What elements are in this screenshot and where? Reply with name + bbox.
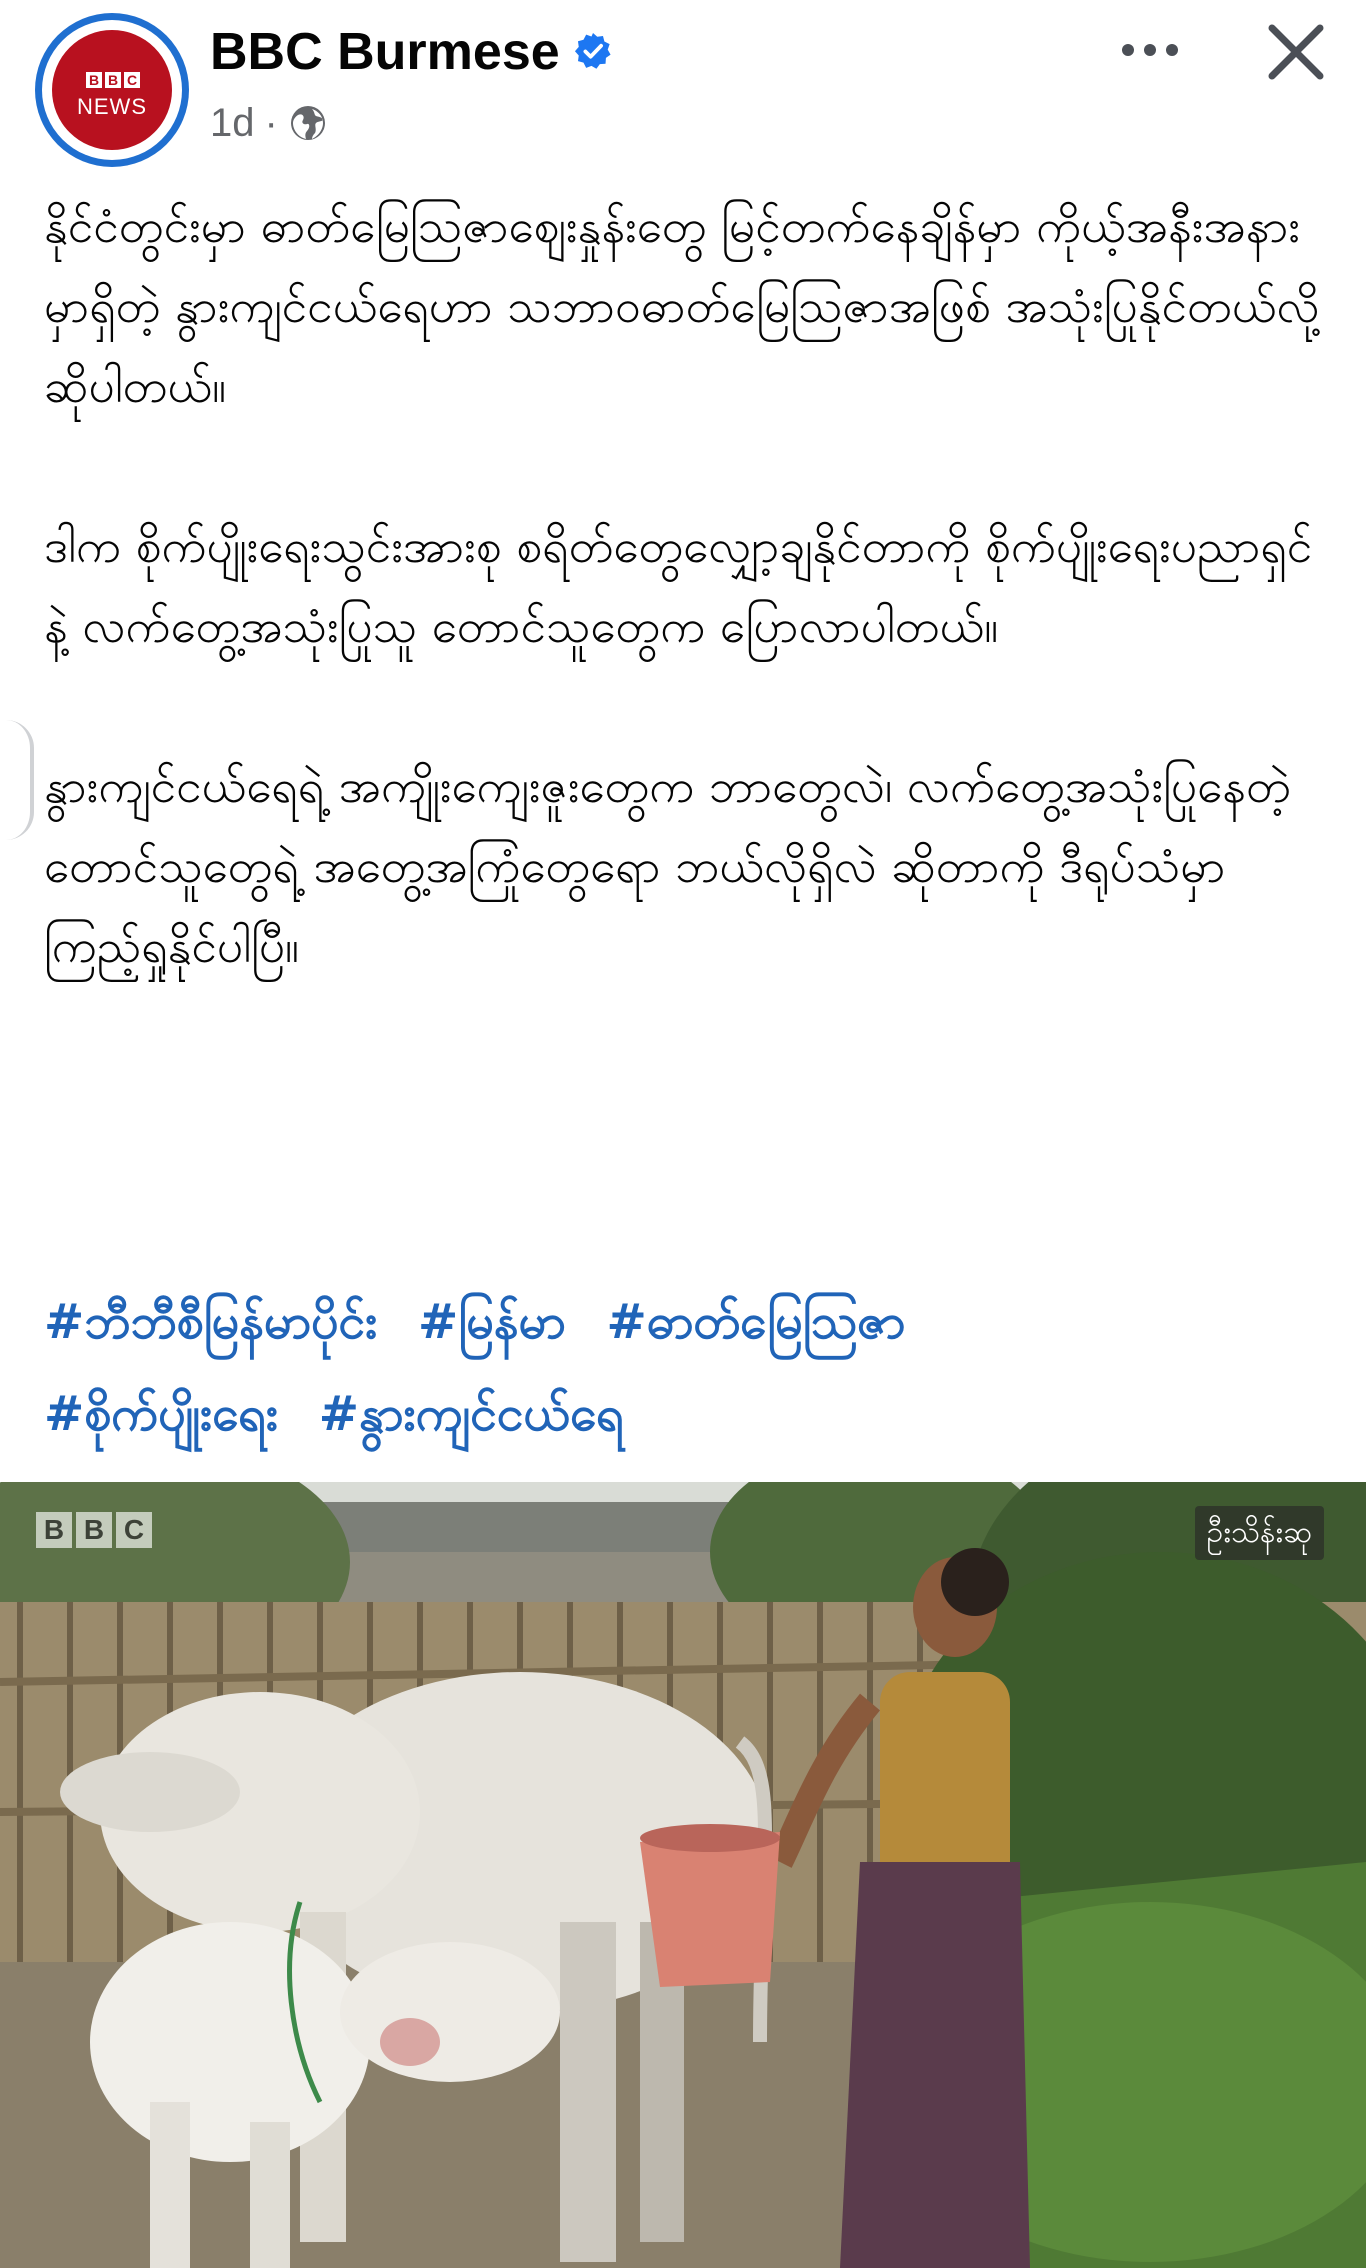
globe-icon [290, 106, 325, 140]
bbc-news-logo: B B C NEWS [52, 30, 172, 150]
more-dot [1166, 44, 1178, 56]
video-credit: ဦးသိန်းဆု [1194, 1506, 1324, 1560]
close-icon[interactable] [1256, 12, 1336, 92]
meta-separator: · [264, 100, 278, 145]
more-dot [1144, 44, 1156, 56]
hashtag-link[interactable]: #စိုက်ပျိုးရေး [44, 1368, 278, 1460]
post-header: B B C NEWS BBC Burmese 1d · [0, 0, 1366, 160]
post-time[interactable]: 1d [210, 101, 255, 146]
hashtag-list: #ဘီဘီစီမြန်မာပိုင်း #မြန်မာ #ဓာတ်မြေသြဇာ… [44, 1276, 1324, 1460]
more-options-button[interactable] [1100, 20, 1200, 80]
hashtag-link[interactable]: #နွားကျင်ငယ်ရေ [319, 1368, 624, 1460]
hashtag-link[interactable]: #မြန်မာ [418, 1276, 566, 1368]
bbc-watermark: B B C [36, 1512, 152, 1548]
post-meta: 1d · [210, 98, 328, 148]
post-paragraph: နွားကျင်ငယ်ရေရဲ့ အကျိုးကျေးဇူးတွေက ဘာတွေ… [44, 759, 1291, 973]
scroll-handle [6, 720, 34, 840]
post-body: နိုင်ငံတွင်းမှာ ဓာတ်မြေသြဇာဈေးနှုန်းတွေ … [44, 186, 1324, 1066]
hashtag-link[interactable]: #ဓာတ်မြေသြဇာ [606, 1276, 905, 1368]
more-dot [1122, 44, 1134, 56]
logo-news-text: NEWS [77, 94, 147, 119]
page-avatar[interactable]: B B C NEWS [42, 20, 182, 160]
video-frame [0, 1482, 1366, 2268]
page-name[interactable]: BBC Burmese [210, 20, 560, 84]
bbc-logo-blocks: B B C [86, 72, 140, 88]
hashtag-link[interactable]: #ဘီဘီစီမြန်မာပိုင်း [44, 1276, 377, 1368]
post-video[interactable]: B B C ဦးသိန်းဆု [0, 1482, 1366, 2268]
post-paragraph: နိုင်ငံတွင်းမှာ ဓာတ်မြေသြဇာဈေးနှုန်းတွေ … [44, 199, 1320, 413]
verified-badge-icon [574, 32, 611, 69]
post-paragraph: ဒါက စိုက်ပျိုးရေးသွင်းအားစု စရိတ်တွေလျှေ… [44, 519, 1313, 653]
